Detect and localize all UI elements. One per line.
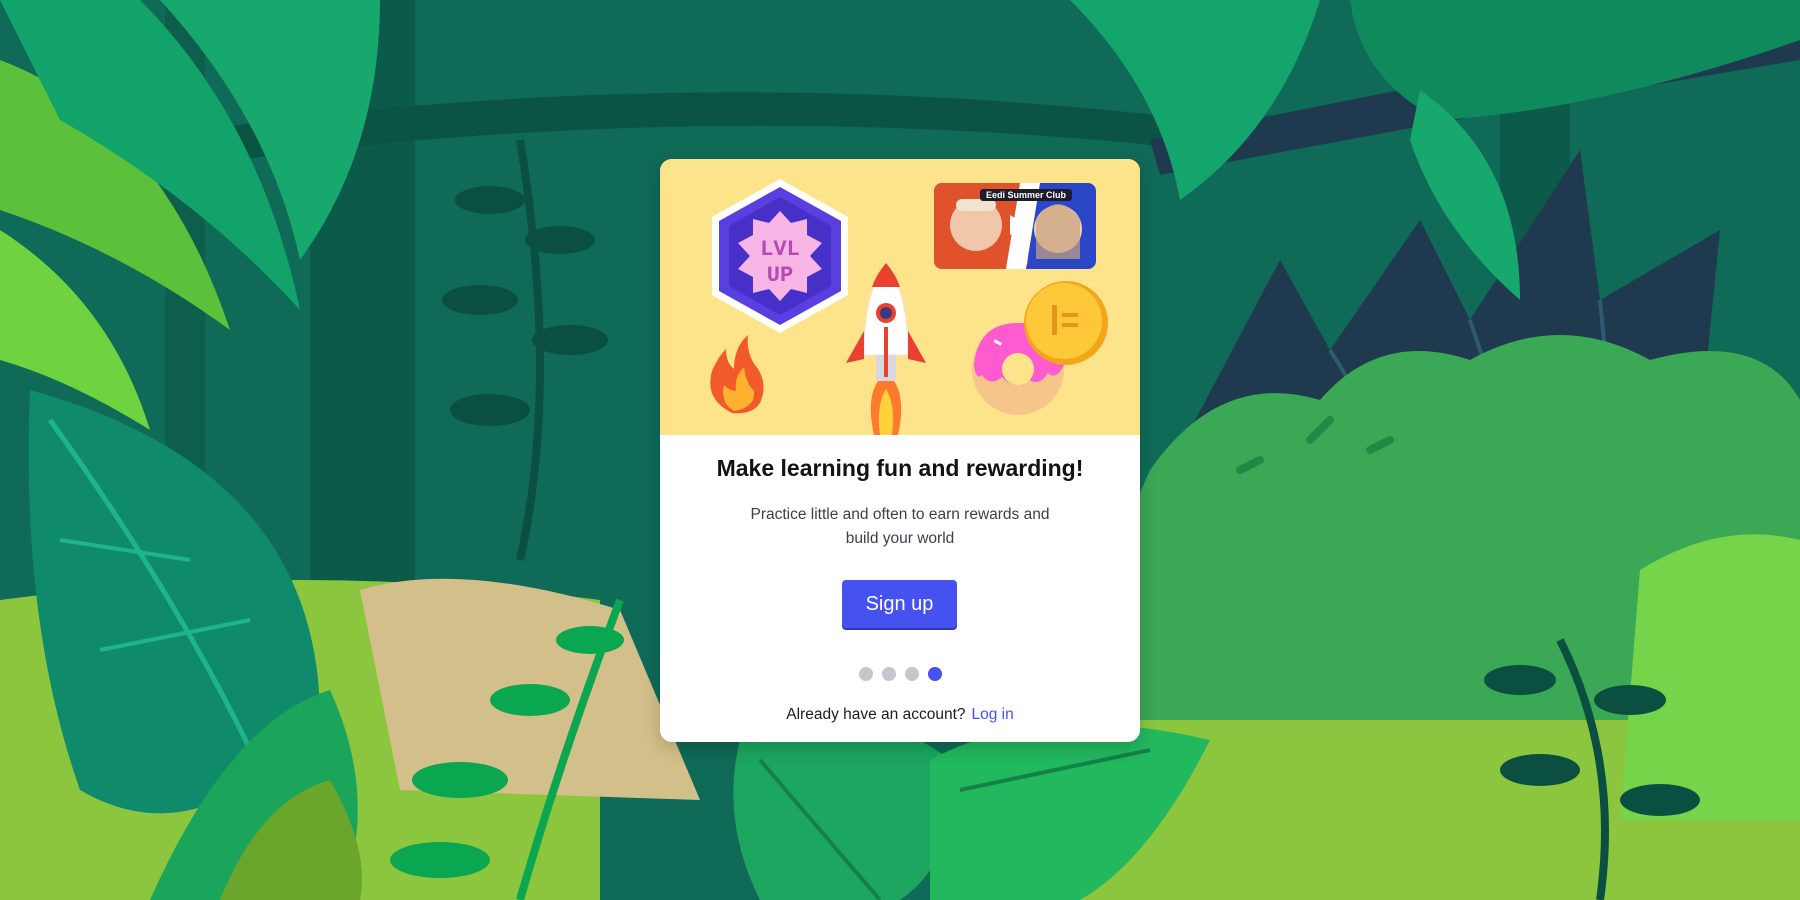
card-title: Make learning fun and rewarding! [716,455,1084,481]
sign-up-button[interactable]: Sign up [842,580,957,628]
svg-text:LVL: LVL [760,237,800,262]
coin-icon [1024,281,1108,365]
login-prompt-text: Already have an account? [786,706,966,723]
rocket-icon [846,262,926,435]
onboarding-card: LVL UP Eedi Summer Club Make learning fu… [660,159,1140,742]
hero-illustration: LVL UP Eedi Summer Club [660,159,1140,435]
card-subtitle: Practice little and often to earn reward… [750,506,1050,547]
svg-text:UP: UP [767,263,793,288]
carousel-dot-4[interactable] [927,667,942,681]
carousel-dots [660,667,1140,681]
lvl-up-badge-icon: LVL UP [712,179,848,333]
carousel-dot-2[interactable] [881,667,896,681]
carousel-dot-3[interactable] [904,667,919,681]
fire-icon [710,335,764,414]
log-in-link[interactable]: Log in [972,706,1014,723]
video-title: Eedi Summer Club [980,189,1073,201]
carousel-dot-1[interactable] [858,667,873,681]
login-prompt-row: Already have an account? Log in [660,706,1140,724]
